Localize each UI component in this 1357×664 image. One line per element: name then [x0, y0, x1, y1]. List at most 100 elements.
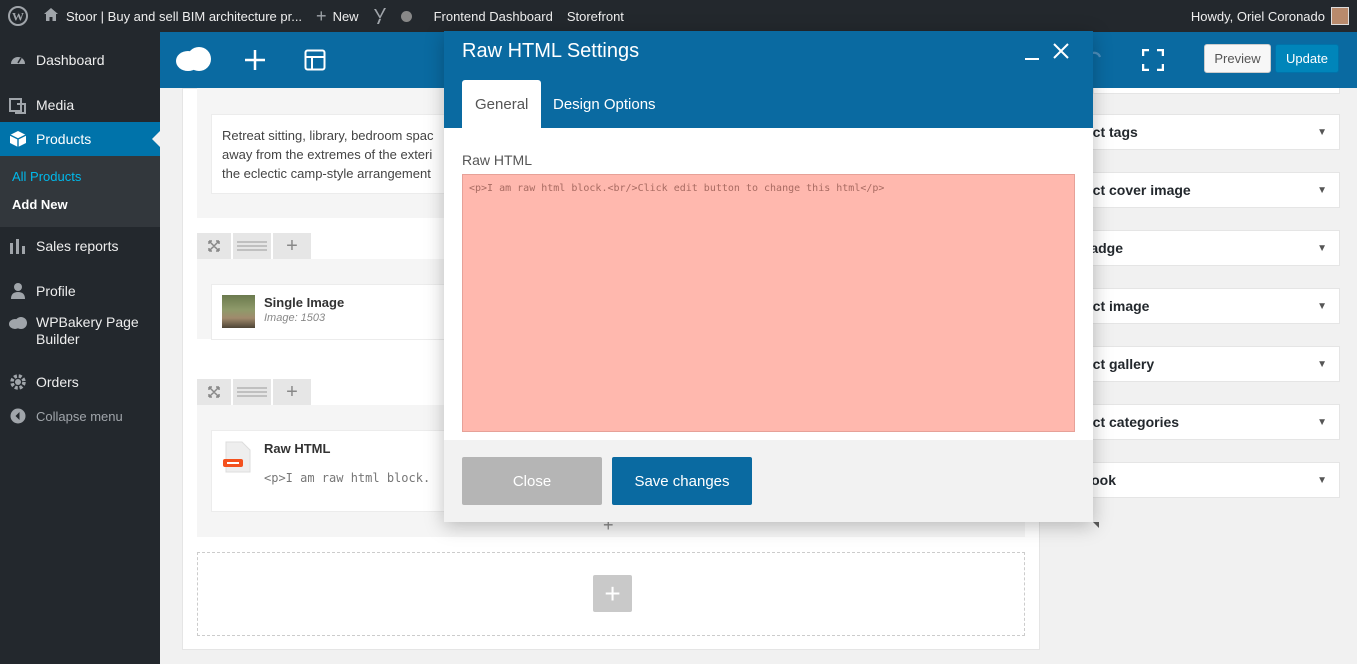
side-panel-partial	[1093, 88, 1340, 94]
text-block-line: Retreat sitting, library, bedroom spac	[222, 128, 434, 143]
cloud-icon	[8, 314, 28, 334]
add-row-area: +	[197, 552, 1025, 636]
wpbakery-logo-icon[interactable]	[174, 32, 214, 88]
caret-down-icon: ▼	[1317, 126, 1327, 138]
wordpress-logo-icon[interactable]: W	[0, 0, 36, 32]
close-button[interactable]: Close	[462, 457, 602, 505]
sidebar-item-dashboard[interactable]: Dashboard	[0, 43, 160, 77]
save-changes-button[interactable]: Save changes	[612, 457, 752, 505]
row-expand-icon[interactable]	[197, 233, 231, 259]
image-thumbnail	[222, 295, 255, 328]
caret-down-icon: ▼	[1317, 416, 1327, 428]
single-image-subtitle: Image: 1503	[264, 312, 326, 324]
side-panel-product-image[interactable]: oduct image ▼	[1060, 288, 1340, 324]
raw-html-preview: <p>I am raw html block.	[264, 471, 431, 485]
single-image-element[interactable]: Single Image Image: 1503	[211, 284, 451, 340]
sidebar-item-label: Profile	[36, 283, 76, 299]
fullscreen-icon[interactable]	[1140, 32, 1166, 88]
single-image-title: Single Image	[264, 295, 345, 310]
plus-icon: +	[316, 5, 327, 26]
sidebar-item-label: WPBakery Page Builder	[36, 314, 139, 348]
update-button[interactable]: Update	[1275, 44, 1339, 73]
side-panel-product-tags[interactable]: oduct tags ▼	[1060, 114, 1340, 150]
side-panel-new-badge[interactable]: w badge ▼	[1060, 230, 1340, 266]
raw-html-title: Raw HTML	[264, 441, 331, 456]
collapse-arrow-icon	[8, 406, 28, 426]
caret-down-icon: ▼	[1317, 300, 1327, 312]
sidebar-item-label: Sales reports	[36, 238, 119, 254]
sidebar-item-label: Media	[36, 97, 75, 113]
row-drag-icon[interactable]	[233, 379, 271, 405]
new-label: New	[332, 8, 359, 24]
close-icon[interactable]	[1052, 39, 1070, 67]
status-dot-icon	[394, 0, 419, 32]
text-block-line: away from the extremes of the exteri	[222, 147, 433, 162]
gear-icon	[8, 372, 28, 392]
modal-header: Raw HTML Settings General Design Options	[444, 31, 1093, 128]
collapse-menu-button[interactable]: Collapse menu	[0, 399, 160, 433]
row-add-icon[interactable]: +	[273, 233, 311, 259]
modal-footer: Close Save changes	[444, 440, 1093, 522]
caret-down-icon: ▼	[1317, 358, 1327, 370]
minimize-icon[interactable]	[1024, 45, 1040, 66]
raw-html-field-label: Raw HTML	[462, 152, 533, 168]
sidebar-item-sales-reports[interactable]: Sales reports	[0, 229, 160, 263]
raw-html-element[interactable]: Raw HTML <p>I am raw html block.	[211, 430, 451, 512]
sidebar-item-label: Orders	[36, 374, 79, 390]
side-panel-product-categories[interactable]: oduct categories ▼	[1060, 404, 1340, 440]
templates-icon[interactable]	[300, 32, 330, 88]
collapse-label: Collapse menu	[36, 408, 123, 424]
site-name-link[interactable]: Stoor | Buy and sell BIM architecture pr…	[36, 0, 309, 32]
admin-sidebar: Dashboard Media Products All Products Ad…	[0, 32, 160, 664]
howdy-text: Howdy, Oriel Coronado	[1190, 8, 1325, 24]
sidebar-item-products[interactable]: Products	[0, 122, 160, 156]
sidebar-item-orders[interactable]: Orders	[0, 365, 160, 399]
storefront-link[interactable]: Storefront	[560, 0, 631, 32]
sidebar-item-profile[interactable]: Profile	[0, 274, 160, 308]
svg-text:W: W	[12, 10, 24, 24]
modal-body: Raw HTML <p>I am raw html block.<br/>Cli…	[444, 128, 1093, 440]
modal-title: Raw HTML Settings	[462, 40, 640, 62]
row-add-icon[interactable]: +	[273, 379, 311, 405]
text-block-element[interactable]: Retreat sitting, library, bedroom spac a…	[211, 114, 451, 194]
side-panel-cover-image[interactable]: oduct cover image ▼	[1060, 172, 1340, 208]
bar-chart-icon	[8, 236, 28, 256]
sidebar-item-wpbakery[interactable]: WPBakery Page Builder	[0, 308, 160, 354]
submenu-add-new[interactable]: Add New	[0, 191, 160, 219]
row-3-controls: +	[197, 379, 313, 405]
tab-general[interactable]: General	[462, 80, 542, 128]
wpbakery-label-line2: Builder	[36, 331, 80, 347]
new-content-link[interactable]: + New	[309, 0, 366, 32]
yoast-icon[interactable]	[366, 0, 394, 32]
admin-bar: W Stoor | Buy and sell BIM architecture …	[0, 0, 1357, 32]
preview-button[interactable]: Preview	[1204, 44, 1271, 73]
dashboard-icon	[8, 50, 28, 70]
caret-down-icon: ▼	[1317, 474, 1327, 486]
submenu-all-products[interactable]: All Products	[0, 163, 160, 191]
wpbakery-label-line1: WPBakery Page	[36, 314, 139, 330]
tab-design-options[interactable]: Design Options	[540, 80, 669, 128]
caret-down-icon: ▼	[1317, 242, 1327, 254]
user-icon	[8, 281, 28, 301]
side-panel-facebook[interactable]: cebook▼	[1060, 462, 1340, 498]
sidebar-item-media[interactable]: Media	[0, 88, 160, 122]
add-element-icon[interactable]	[240, 32, 270, 88]
row-expand-icon[interactable]	[197, 379, 231, 405]
site-title: Stoor | Buy and sell BIM architecture pr…	[66, 8, 303, 24]
raw-html-settings-modal: Raw HTML Settings General Design Options…	[444, 31, 1093, 522]
side-panel-product-gallery[interactable]: oduct gallery ▼	[1060, 346, 1340, 382]
caret-down-icon: ▼	[1317, 184, 1327, 196]
products-submenu: All Products Add New	[0, 156, 160, 227]
raw-html-file-icon	[222, 441, 254, 476]
home-icon	[43, 7, 59, 25]
sidebar-item-label: Products	[36, 131, 92, 147]
row-drag-icon[interactable]	[233, 233, 271, 259]
frontend-dashboard-link[interactable]: Frontend Dashboard	[427, 0, 560, 32]
sidebar-item-label: Dashboard	[36, 52, 105, 68]
media-icon	[8, 95, 28, 115]
account-menu[interactable]: Howdy, Oriel Coronado	[1191, 0, 1357, 32]
raw-html-textarea[interactable]: <p>I am raw html block.<br/>Click edit b…	[462, 174, 1075, 432]
add-row-plus-icon[interactable]: +	[593, 575, 632, 612]
modal-resize-handle[interactable]	[1093, 522, 1099, 528]
row-2-controls: +	[197, 233, 313, 259]
